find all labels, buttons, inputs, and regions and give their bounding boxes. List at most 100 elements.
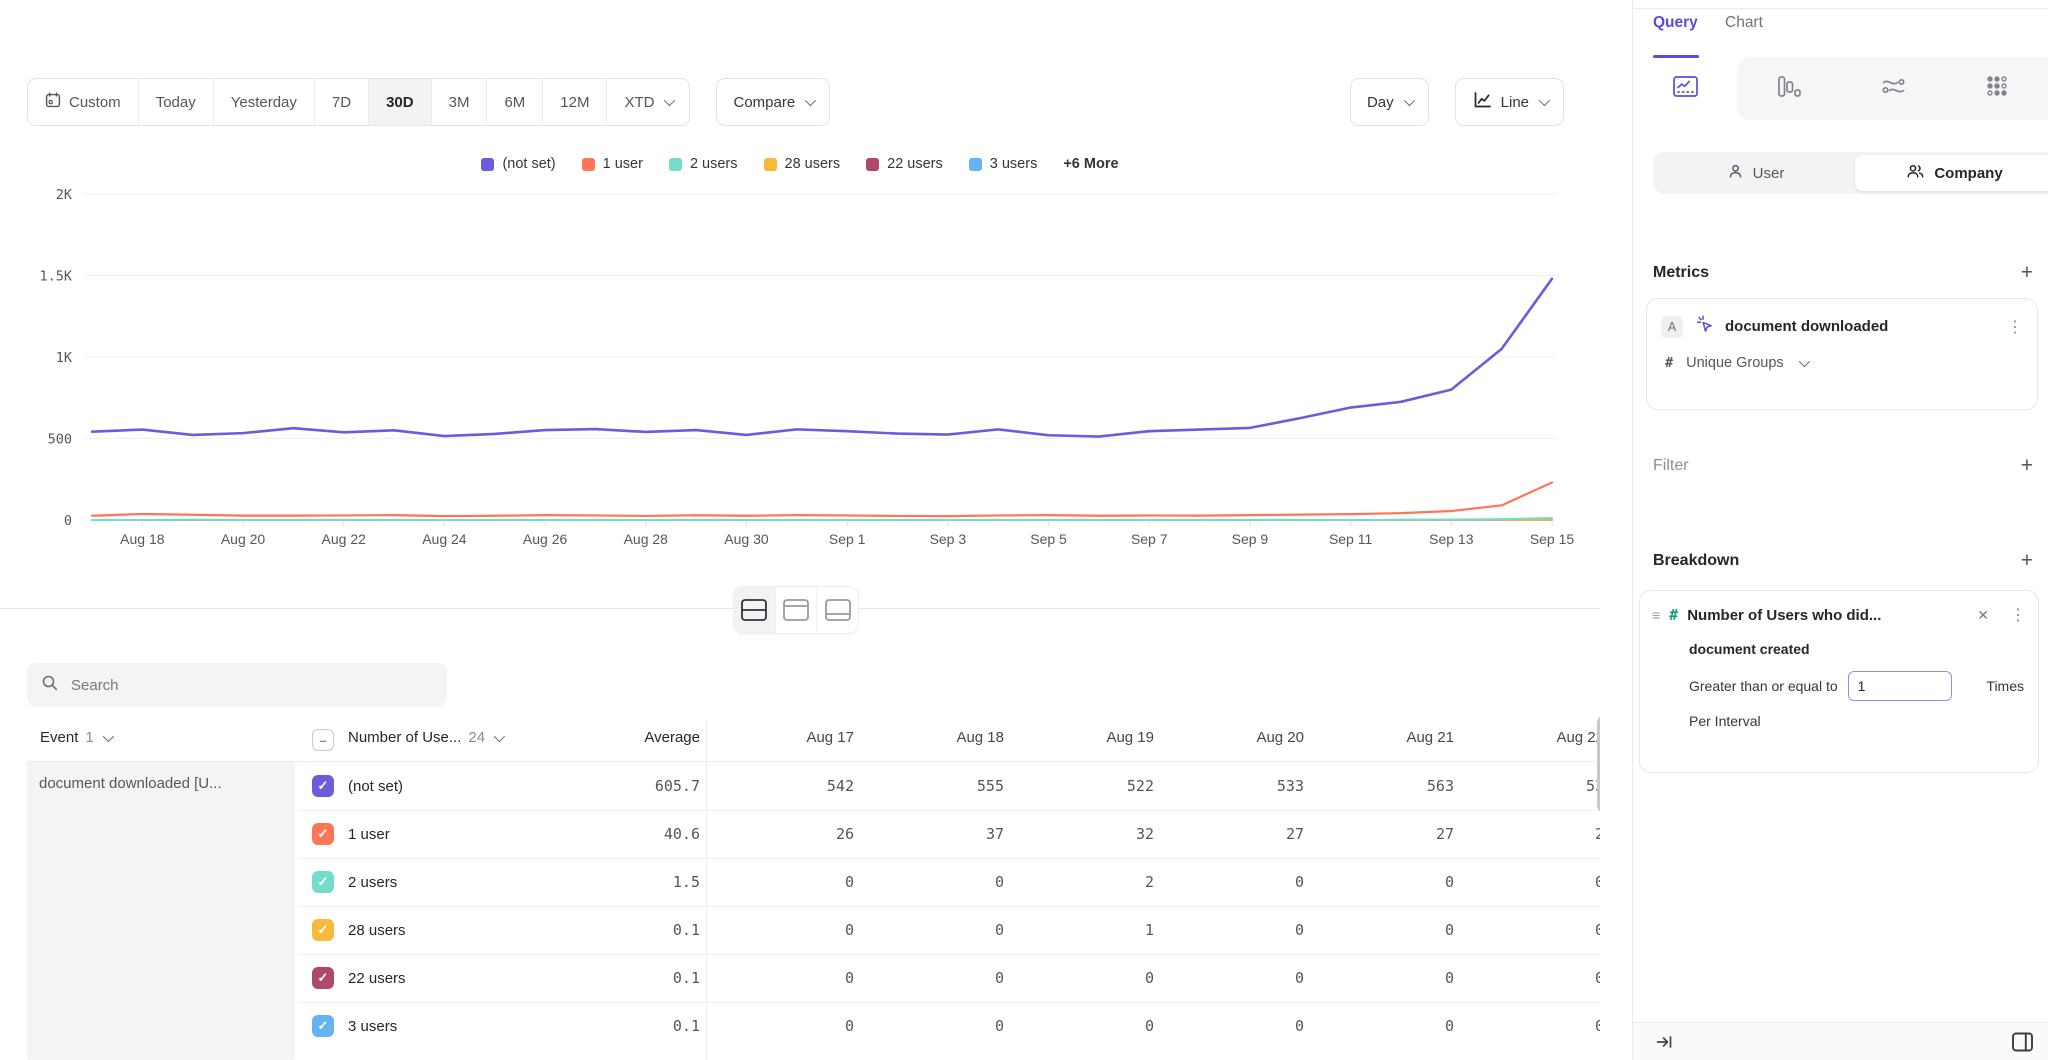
row-checkbox[interactable]: ✓ <box>312 919 334 941</box>
grid-dots-icon <box>1985 74 2009 103</box>
chart-type-flow-tab[interactable] <box>1841 57 1945 120</box>
range-button-xtd[interactable]: XTD <box>607 79 689 125</box>
compare-button[interactable]: Compare <box>716 78 830 126</box>
number-property-icon: # <box>1669 606 1678 624</box>
series-line-2-users <box>92 518 1552 520</box>
segment-company[interactable]: Company <box>1855 155 2048 191</box>
svg-text:1K: 1K <box>56 350 73 366</box>
row-value: 0 <box>1162 858 1304 906</box>
range-button-custom[interactable]: Custom <box>28 79 139 125</box>
range-button-yesterday[interactable]: Yesterday <box>214 79 315 125</box>
group-count: 24 <box>468 729 485 746</box>
table-search <box>27 663 447 707</box>
tab-query[interactable]: Query <box>1653 14 1698 32</box>
svg-text:Sep 9: Sep 9 <box>1232 531 1269 547</box>
legend-item[interactable]: 1 user <box>582 156 643 172</box>
row-value: 0 <box>1462 906 1600 954</box>
chart-type-bar-tab[interactable] <box>1737 57 1841 120</box>
row-value: 1 <box>1012 906 1154 954</box>
svg-text:Aug 30: Aug 30 <box>724 531 769 547</box>
collapse-panel-icon[interactable] <box>1655 1033 1674 1051</box>
chart-type-strip <box>1633 57 2048 120</box>
add-metric-button[interactable]: + <box>2021 262 2033 283</box>
interval-label: Day <box>1367 94 1394 111</box>
tab-chart[interactable]: Chart <box>1725 14 1763 32</box>
breakdown-menu-button[interactable]: ⋮ <box>2010 605 2026 625</box>
add-breakdown-button[interactable]: + <box>2021 550 2033 571</box>
segment-user[interactable]: User <box>1656 155 1855 191</box>
chart-type-more-tab[interactable] <box>1945 57 2048 120</box>
legend-item[interactable]: 3 users <box>969 156 1038 172</box>
range-button-today[interactable]: Today <box>139 79 214 125</box>
add-filter-button[interactable]: + <box>2021 455 2033 476</box>
date-column-header: Aug 19 <box>1012 729 1154 746</box>
row-value: 0 <box>1162 906 1304 954</box>
row-label: 22 users <box>348 954 406 1002</box>
row-checkbox[interactable]: ✓ <box>312 823 334 845</box>
calendar-icon <box>45 92 61 112</box>
chart-type-line-tab[interactable] <box>1633 57 1737 120</box>
chart-type-label: Line <box>1501 94 1529 111</box>
breakdown-card[interactable]: ≡ # Number of Users who did... ✕ ⋮ docum… <box>1639 590 2039 773</box>
search-input[interactable] <box>69 676 433 695</box>
row-checkbox[interactable]: ✓ <box>312 871 334 893</box>
row-value: 542 <box>712 762 854 810</box>
select-all-checkbox[interactable]: – <box>312 729 334 751</box>
metric-menu-button[interactable]: ⋮ <box>2007 317 2023 337</box>
chevron-down-icon <box>805 95 816 106</box>
svg-text:Aug 28: Aug 28 <box>624 531 669 547</box>
legend-swatch <box>764 158 777 171</box>
row-value: 37 <box>862 810 1004 858</box>
legend-item[interactable]: 2 users <box>669 156 738 172</box>
row-value: 0 <box>862 858 1004 906</box>
event-column-header[interactable]: Event 1 <box>40 729 111 746</box>
close-icon[interactable]: ✕ <box>1977 607 1989 624</box>
chart-legend: (not set) 1 user 2 users 28 users 22 users 3 … <box>0 156 1600 172</box>
legend-swatch <box>969 158 982 171</box>
event-count: 1 <box>85 729 93 746</box>
legend-item[interactable]: 28 users <box>764 156 841 172</box>
row-value: 2 <box>1012 858 1154 906</box>
layout-toggle-table-top-view[interactable] <box>776 587 818 633</box>
legend-item[interactable]: 22 users <box>866 156 943 172</box>
breakdown-value-input[interactable] <box>1848 671 1952 701</box>
row-checkbox[interactable]: ✓ <box>312 775 334 797</box>
legend-item[interactable]: (not set) <box>481 156 555 172</box>
row-value: 0 <box>862 906 1004 954</box>
breakdown-title: Breakdown <box>1653 552 1739 570</box>
range-button-7d[interactable]: 7D <box>315 79 369 125</box>
row-label: 28 users <box>348 906 406 954</box>
line-chart-icon <box>1472 90 1493 114</box>
side-panel-toggle-icon[interactable] <box>2010 1030 2035 1054</box>
svg-text:Sep 15: Sep 15 <box>1530 531 1575 547</box>
row-checkbox[interactable]: ✓ <box>312 1015 334 1037</box>
row-value: 27 <box>1312 810 1454 858</box>
legend-swatch <box>669 158 682 171</box>
range-button-6m[interactable]: 6M <box>487 79 543 125</box>
layout-toggle-split-view[interactable] <box>734 587 776 633</box>
row-label: 1 user <box>348 810 390 858</box>
range-button-30d[interactable]: 30D <box>369 79 432 125</box>
row-value: 0 <box>712 858 854 906</box>
legend-more-link[interactable]: +6 More <box>1063 156 1118 172</box>
row-value: 0 <box>712 954 854 1002</box>
row-label: (not set) <box>348 762 403 810</box>
interval-button[interactable]: Day <box>1350 78 1429 126</box>
chart-type-button[interactable]: Line <box>1455 78 1564 126</box>
table-row: ✓2 users1.5002000 <box>0 858 1600 906</box>
legend-swatch <box>582 158 595 171</box>
group-column-header[interactable]: Number of Use... 24 <box>348 729 502 746</box>
svg-text:0: 0 <box>64 513 72 529</box>
row-value: 0 <box>1162 1002 1304 1050</box>
vertical-scrollbar[interactable] <box>1597 716 1600 812</box>
layout-toggle-chart-top-view[interactable] <box>817 587 858 633</box>
range-button-12m[interactable]: 12M <box>543 79 607 125</box>
bar-chart-icon <box>1776 74 1802 104</box>
row-value: 563 <box>1312 762 1454 810</box>
drag-handle-icon[interactable]: ≡ <box>1652 607 1660 623</box>
metric-card[interactable]: A document downloaded ⋮ # Unique Groups <box>1646 298 2038 410</box>
range-button-3m[interactable]: 3M <box>432 79 488 125</box>
row-checkbox[interactable]: ✓ <box>312 967 334 989</box>
metric-badge: A <box>1661 316 1683 338</box>
metric-measure-selector[interactable]: # Unique Groups <box>1661 355 2023 371</box>
